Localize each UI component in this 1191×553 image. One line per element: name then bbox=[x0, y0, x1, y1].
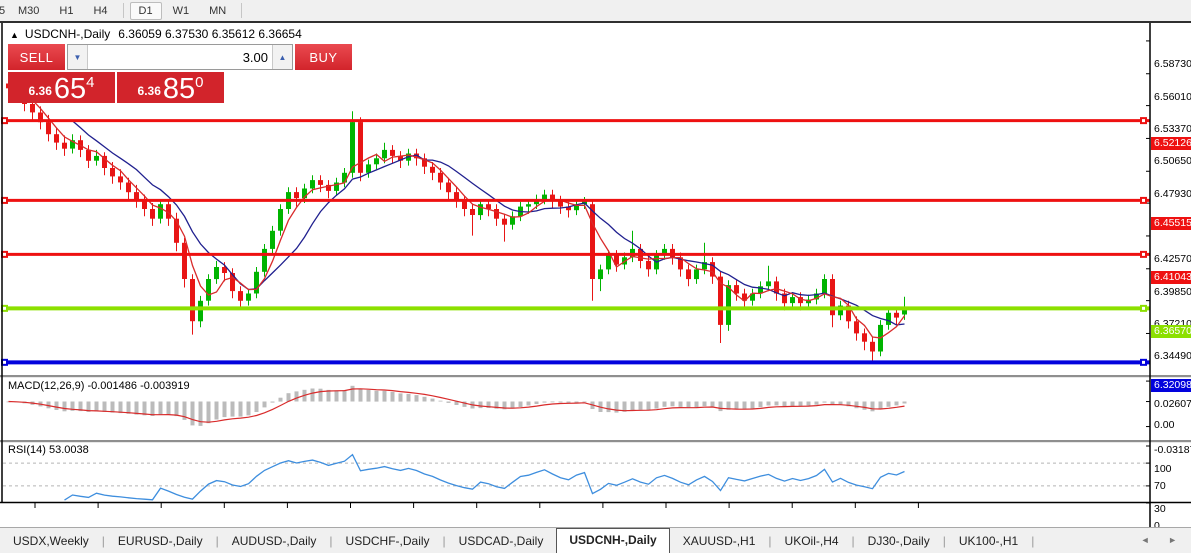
chart-title: ▲ USDCNH-,Daily 6.36059 6.37530 6.35612 6.… bbox=[10, 27, 302, 41]
chart-area: ▲ USDCNH-,Daily 6.36059 6.37530 6.35612 6.… bbox=[0, 23, 1191, 553]
chart-tab-ukoil-h4[interactable]: UKOil-,H4 bbox=[772, 530, 852, 552]
timeframe-button-h1[interactable]: H1 bbox=[50, 2, 82, 20]
rsi-axis-label: 100 bbox=[1154, 463, 1172, 475]
sell-price-pip: 4 bbox=[86, 74, 94, 91]
sell-button[interactable]: SELL bbox=[8, 44, 65, 70]
sell-price-prefix: 6.36 bbox=[29, 84, 52, 98]
price-line-label: 6.52126 bbox=[1151, 137, 1191, 150]
chart-tab-usdcnh-daily[interactable]: USDCNH-,Daily bbox=[556, 528, 669, 553]
macd-axis-label: -0.031872 bbox=[1154, 444, 1191, 456]
horizontal-line-6.32098 bbox=[1, 359, 1150, 366]
volume-group: ▼ ▲ bbox=[67, 44, 293, 70]
rsi-axis-label: 70 bbox=[1154, 480, 1166, 492]
rsi-layer bbox=[65, 455, 905, 501]
one-click-trading-panel: SELL ▼ ▲ BUY 6.36 65 4 6.36 85 0 bbox=[8, 44, 224, 103]
price-axis-label: 6.58730 bbox=[1154, 58, 1191, 70]
volume-decrease-button[interactable]: ▼ bbox=[68, 45, 88, 69]
chart-tab-uk100-h1[interactable]: UK100-,H1 bbox=[946, 530, 1031, 552]
sell-price-box[interactable]: 6.36 65 4 bbox=[8, 72, 115, 103]
chart-tab-usdx-weekly[interactable]: USDX,Weekly bbox=[0, 530, 102, 552]
price-line-label: 6.45515 bbox=[1151, 217, 1191, 230]
volume-input[interactable] bbox=[88, 45, 272, 69]
buy-price-prefix: 6.36 bbox=[138, 84, 161, 98]
price-axis-label: 6.39850 bbox=[1154, 286, 1191, 298]
tab-scroll-arrows[interactable]: ◄ ► bbox=[1141, 535, 1185, 545]
buy-price-box[interactable]: 6.36 85 0 bbox=[117, 72, 224, 103]
timeframe-button-mn[interactable]: MN bbox=[200, 2, 235, 20]
chart-tab-bar: USDX,Weekly|EURUSD-,Daily|AUDUSD-,Daily|… bbox=[0, 527, 1191, 553]
price-line-label: 6.32098 bbox=[1151, 379, 1191, 392]
macd-axis-label: 0.00 bbox=[1154, 419, 1174, 431]
rsi-indicator-label: RSI(14) 53.0038 bbox=[8, 444, 89, 456]
price-axis-label: 6.56010 bbox=[1154, 91, 1191, 103]
timeframe-button-w1[interactable]: W1 bbox=[164, 2, 199, 20]
price-axis-label: 6.34490 bbox=[1154, 350, 1191, 362]
price-line-label: 6.36570 bbox=[1151, 325, 1191, 338]
horizontal-line-6.45515 bbox=[1, 197, 1150, 204]
mt4-window: 5 M30 H1 H4 D1 W1 MN ▲USDCNH-,Daily6.360… bbox=[0, 0, 1191, 553]
horizontal-line-6.52126 bbox=[1, 117, 1150, 124]
timeframe-button-h4[interactable]: H4 bbox=[84, 2, 116, 20]
chart-tab-usdcad-daily[interactable]: USDCAD-,Daily bbox=[446, 530, 557, 552]
horizontal-line-6.41043 bbox=[1, 251, 1150, 258]
timeframe-button-partial[interactable]: 5 bbox=[0, 5, 7, 17]
price-axis-label: 6.47930 bbox=[1154, 188, 1191, 200]
chart-symbol-period: USDCNH-,Daily bbox=[25, 27, 110, 41]
horizontal-line-6.36570 bbox=[1, 305, 1150, 312]
toolbar-separator bbox=[241, 3, 242, 18]
collapse-arrow-icon[interactable]: ▲ bbox=[10, 30, 19, 40]
tab-separator: | bbox=[1031, 534, 1034, 548]
buy-button[interactable]: BUY bbox=[295, 44, 352, 70]
rsi-axis-label: 30 bbox=[1154, 503, 1166, 515]
buy-price-pip: 0 bbox=[195, 74, 203, 91]
toolbar-separator bbox=[123, 3, 124, 18]
chart-tab-audusd-daily[interactable]: AUDUSD-,Daily bbox=[219, 530, 330, 552]
sell-price-main: 65 bbox=[54, 76, 86, 102]
price-axis-label: 6.42570 bbox=[1154, 253, 1191, 265]
chart-ohlc-values: 6.36059 6.37530 6.35612 6.36654 bbox=[118, 27, 302, 41]
price-axis-label: 6.50650 bbox=[1154, 155, 1191, 167]
price-line-label: 6.41043 bbox=[1151, 271, 1191, 284]
volume-increase-button[interactable]: ▲ bbox=[272, 45, 292, 69]
buy-price-main: 85 bbox=[163, 76, 195, 102]
moving-averages-layer bbox=[33, 100, 905, 338]
chart-tab-usdchf-daily[interactable]: USDCHF-,Daily bbox=[333, 530, 443, 552]
macd-axis-label: 0.02607 bbox=[1154, 398, 1191, 410]
chart-tab-xauusd-h1[interactable]: XAUUSD-,H1 bbox=[670, 530, 769, 552]
macd-indicator-label: MACD(12,26,9) -0.001486 -0.003919 bbox=[8, 380, 190, 392]
chart-tab-eurusd-daily[interactable]: EURUSD-,Daily bbox=[105, 530, 216, 552]
timeframe-button-d1[interactable]: D1 bbox=[130, 2, 162, 20]
price-axis-label: 6.53370 bbox=[1154, 123, 1191, 135]
timeframe-toolbar: 5 M30 H1 H4 D1 W1 MN bbox=[0, 0, 1191, 21]
chart-tab-dj30-daily[interactable]: DJ30-,Daily bbox=[855, 530, 943, 552]
timeframe-button-m30[interactable]: M30 bbox=[9, 2, 48, 20]
